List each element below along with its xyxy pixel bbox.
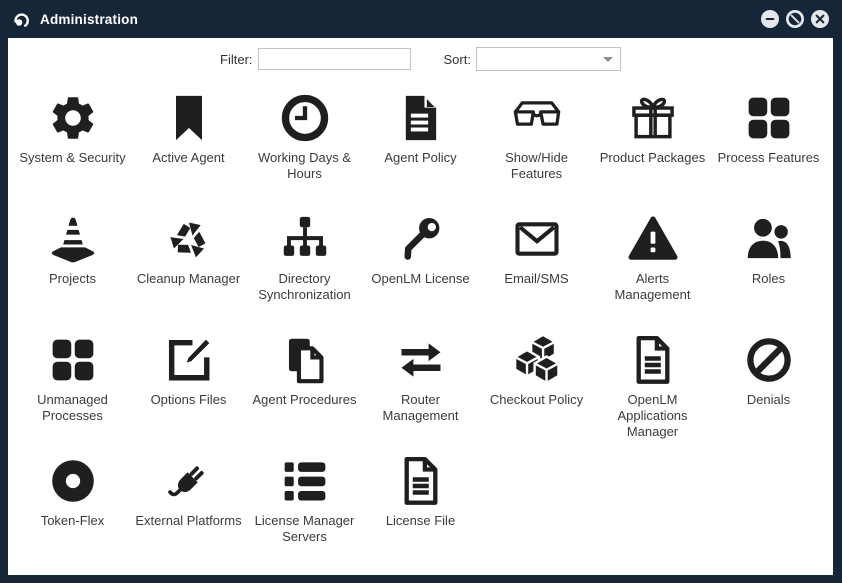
grid-item-router-management[interactable]: Router Management bbox=[363, 328, 479, 449]
minimize-button[interactable] bbox=[761, 10, 779, 28]
grid-item-label: License File bbox=[385, 513, 456, 528]
grid-item-unmanaged-processes[interactable]: Unmanaged Processes bbox=[15, 328, 131, 449]
grid-item-label: Email/SMS bbox=[504, 271, 569, 286]
grid-item-roles[interactable]: Roles bbox=[711, 207, 827, 328]
traffic-cone-icon bbox=[47, 207, 99, 265]
block-button[interactable] bbox=[786, 10, 804, 28]
server-list-icon bbox=[279, 449, 331, 507]
grid-item-cleanup-manager[interactable]: Cleanup Manager bbox=[131, 207, 247, 328]
chevron-down-icon bbox=[602, 57, 613, 62]
grid-item-system-security[interactable]: System & Security bbox=[15, 86, 131, 207]
document-filled-icon bbox=[395, 86, 447, 144]
grid-item-label: Token-Flex bbox=[40, 513, 105, 528]
grid-item-openlm-license[interactable]: OpenLM License bbox=[363, 207, 479, 328]
grid-item-label: Process Features bbox=[717, 150, 820, 165]
grid-squares-icon bbox=[47, 328, 99, 386]
grid-item-label: Agent Policy bbox=[384, 150, 457, 165]
documents-icon bbox=[279, 328, 331, 386]
icon-grid: System & Security Active Agent Working Day… bbox=[15, 86, 827, 570]
grid-item-alerts-management[interactable]: Alerts Management bbox=[595, 207, 711, 328]
bookmark-icon bbox=[163, 86, 215, 144]
gift-icon bbox=[627, 86, 679, 144]
filter-label: Filter: bbox=[220, 51, 253, 67]
sort-dropdown[interactable] bbox=[475, 47, 621, 71]
sort-label: Sort: bbox=[443, 51, 471, 67]
grid-item-projects[interactable]: Projects bbox=[15, 207, 131, 328]
document-lines-icon bbox=[395, 449, 447, 507]
grid-item-agent-procedures[interactable]: Agent Procedures bbox=[247, 328, 363, 449]
grid-item-label: Checkout Policy bbox=[489, 392, 584, 407]
grid-item-agent-policy[interactable]: Agent Policy bbox=[363, 86, 479, 207]
grid-item-label: Active Agent bbox=[152, 150, 225, 165]
key-icon bbox=[395, 207, 447, 265]
sitemap-icon bbox=[279, 207, 331, 265]
minus-circle-icon bbox=[763, 12, 777, 26]
openlm-logo-icon bbox=[10, 9, 31, 30]
gear-icon bbox=[47, 86, 99, 144]
filter-input[interactable] bbox=[257, 48, 411, 70]
grid-item-license-file[interactable]: License File bbox=[363, 449, 479, 570]
clock-icon bbox=[279, 86, 331, 144]
content-panel: Filter: Sort: System & Security Active Ag… bbox=[8, 38, 833, 575]
grid-item-label: Roles bbox=[751, 271, 786, 286]
grid-item-email-sms[interactable]: Email/SMS bbox=[479, 207, 595, 328]
plug-icon bbox=[163, 449, 215, 507]
slashed-circle-icon bbox=[787, 11, 803, 27]
grid-item-label: External Platforms bbox=[135, 513, 242, 528]
grid-item-checkout-policy[interactable]: Checkout Policy bbox=[479, 328, 595, 449]
grid-item-label: Agent Procedures bbox=[252, 392, 357, 407]
edit-square-icon bbox=[163, 328, 215, 386]
donut-icon bbox=[47, 449, 99, 507]
grid-item-label: Product Packages bbox=[599, 150, 706, 165]
ban-icon bbox=[743, 328, 795, 386]
grid-item-label: System & Security bbox=[19, 150, 126, 165]
grid-item-label: Unmanaged Processes bbox=[37, 392, 108, 423]
grid-item-product-packages[interactable]: Product Packages bbox=[595, 86, 711, 207]
grid-item-openlm-applications-manager[interactable]: OpenLM Applications Manager bbox=[595, 328, 711, 449]
grid-item-directory-synchronization[interactable]: Directory Synchronization bbox=[247, 207, 363, 328]
recycle-icon bbox=[163, 207, 215, 265]
grid-squares-icon bbox=[743, 86, 795, 144]
grid-item-label: Working Days & Hours bbox=[258, 150, 351, 181]
grid-item-label: OpenLM Applications Manager bbox=[617, 392, 688, 439]
grid-item-denials[interactable]: Denials bbox=[711, 328, 827, 449]
document-lines-icon bbox=[627, 328, 679, 386]
grid-item-label: Alerts Management bbox=[614, 271, 691, 302]
x-circle-icon bbox=[813, 12, 827, 26]
titlebar: Administration bbox=[0, 0, 842, 38]
grid-item-label: Directory Synchronization bbox=[258, 271, 351, 302]
close-button[interactable] bbox=[811, 10, 829, 28]
grid-item-label: Show/Hide Features bbox=[505, 150, 568, 181]
grid-item-options-files[interactable]: Options Files bbox=[131, 328, 247, 449]
people-icon bbox=[743, 207, 795, 265]
grid-item-label: Cleanup Manager bbox=[136, 271, 241, 286]
window-controls bbox=[761, 10, 829, 28]
administration-window: Administration Filter: Sort: System & Se… bbox=[0, 0, 842, 583]
grid-item-label: Router Management bbox=[382, 392, 459, 423]
grid-item-token-flex[interactable]: Token-Flex bbox=[15, 449, 131, 570]
grid-item-external-platforms[interactable]: External Platforms bbox=[131, 449, 247, 570]
grid-item-label: Options Files bbox=[150, 392, 227, 407]
cubes-icon bbox=[511, 328, 563, 386]
grid-item-working-days-hours[interactable]: Working Days & Hours bbox=[247, 86, 363, 207]
grid-item-process-features[interactable]: Process Features bbox=[711, 86, 827, 207]
envelope-icon bbox=[511, 207, 563, 265]
transfer-arrows-icon bbox=[395, 328, 447, 386]
grid-item-label: Projects bbox=[49, 271, 96, 286]
grid-item-license-manager-servers[interactable]: License Manager Servers bbox=[247, 449, 363, 570]
grid-item-label: Denials bbox=[746, 392, 791, 407]
grid-item-label: OpenLM License bbox=[371, 271, 470, 286]
window-title: Administration bbox=[40, 11, 139, 27]
toolbar: Filter: Sort: bbox=[8, 47, 833, 71]
warning-triangle-icon bbox=[627, 207, 679, 265]
grid-item-label: License Manager Servers bbox=[254, 513, 355, 544]
glasses-icon bbox=[511, 86, 563, 144]
grid-item-show-hide-features[interactable]: Show/Hide Features bbox=[479, 86, 595, 207]
grid-item-active-agent[interactable]: Active Agent bbox=[131, 86, 247, 207]
